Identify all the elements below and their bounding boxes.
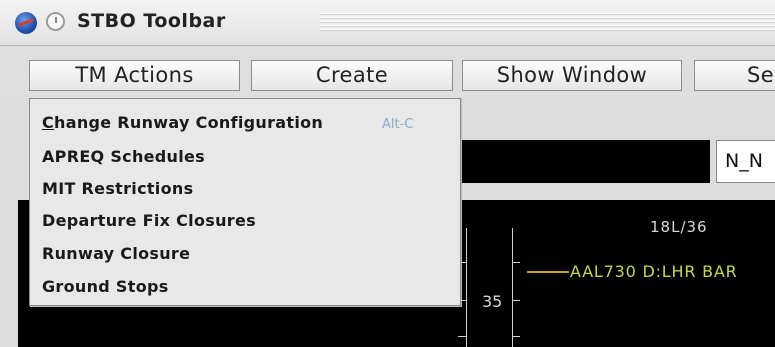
timeline-tick — [512, 262, 520, 263]
toolbar: TM Actions Create Show Window Se — [0, 46, 775, 98]
nasa-logo-icon — [15, 12, 37, 34]
menu-item-mnemonic: C — [42, 113, 55, 132]
window-title: STBO Toolbar — [77, 10, 226, 32]
menu-item-apreq-schedules[interactable]: APREQ Schedules — [42, 147, 205, 166]
runway-label: 18L/36 — [650, 218, 708, 236]
flight-leader-line — [527, 271, 569, 273]
menu-shortcut: Alt-C — [382, 117, 414, 132]
menu-item-departure-fix-closures[interactable]: Departure Fix Closures — [42, 211, 256, 230]
menu-item-change-runway-configuration[interactable]: Change Runway Configuration — [42, 113, 323, 132]
timeline-axis-left — [466, 228, 467, 347]
tm-actions-button[interactable]: TM Actions — [29, 60, 240, 91]
create-button[interactable]: Create — [251, 60, 453, 91]
timeline-tick — [512, 336, 520, 337]
title-bar[interactable]: STBO Toolbar — [0, 0, 775, 46]
timeline-tick-label: 35 — [482, 292, 503, 311]
flight-label[interactable]: AAL730 D:LHR BAR — [570, 262, 738, 281]
menu-item-ground-stops[interactable]: Ground Stops — [42, 277, 169, 296]
clock-icon[interactable] — [46, 12, 65, 31]
show-window-button[interactable]: Show Window — [462, 60, 682, 91]
title-bar-grip — [320, 13, 775, 31]
menu-item-runway-closure[interactable]: Runway Closure — [42, 244, 190, 263]
truncated-toolbar-button[interactable]: Se — [694, 60, 775, 91]
selector-field[interactable]: N_N — [716, 140, 775, 183]
timeline-tick — [458, 336, 466, 337]
timeline-axis-right — [512, 228, 513, 347]
menu-item-label: hange Runway Configuration — [54, 113, 324, 132]
timeline-tick — [512, 300, 520, 301]
menu-item-mit-restrictions[interactable]: MIT Restrictions — [42, 179, 193, 198]
tm-actions-menu: Change Runway Configuration Alt-C APREQ … — [29, 98, 461, 306]
